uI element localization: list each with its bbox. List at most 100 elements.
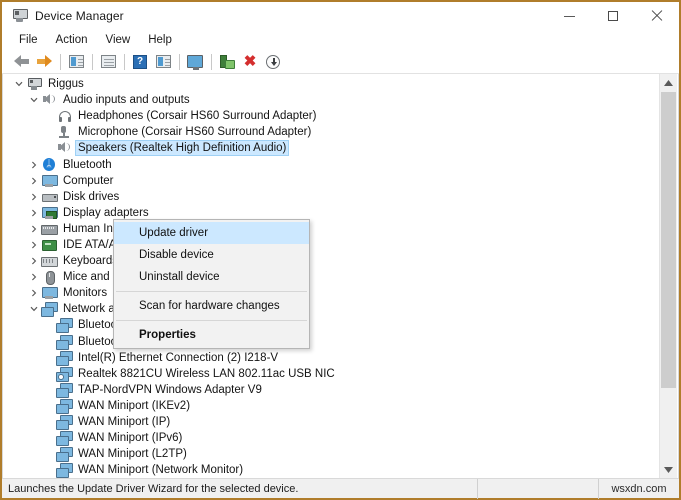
properties-button[interactable]: [152, 51, 174, 72]
scroll-down-button[interactable]: [660, 461, 677, 478]
tree-row[interactable]: Audio inputs and outputs: [3, 92, 660, 108]
properties-icon: [155, 55, 171, 68]
tree-row[interactable]: Human Interface Devices: [3, 221, 660, 237]
menu-file[interactable]: File: [10, 31, 47, 50]
tree-row[interactable]: Riggus: [3, 76, 660, 92]
forward-button[interactable]: [33, 51, 55, 72]
save-icon: [100, 55, 116, 68]
toolbar-separator: [124, 53, 125, 70]
update-driver-button[interactable]: [216, 51, 238, 72]
monitor-icon: [41, 286, 58, 300]
tree-row[interactable]: Realtek 8821CU Wireless LAN 802.11ac USB…: [3, 366, 660, 382]
tree-row[interactable]: Monitors: [3, 285, 660, 301]
help-button[interactable]: ?: [129, 51, 151, 72]
scroll-up-button[interactable]: [660, 74, 677, 91]
chevron-down-icon[interactable]: [11, 81, 26, 87]
status-bar: Launches the Update Driver Wizard for th…: [2, 478, 679, 499]
vertical-scrollbar[interactable]: [659, 74, 677, 478]
chevron-right-icon[interactable]: [26, 241, 41, 249]
chevron-down-icon[interactable]: [26, 306, 41, 312]
tree-row-label: TAP-NordVPN Windows Adapter V9: [78, 383, 262, 396]
tree-row-label: Display adapters: [63, 206, 149, 219]
tree-row[interactable]: Mice and other pointing devices: [3, 269, 660, 286]
disk-drive-icon: [41, 190, 58, 204]
tree-row-label: Speakers (Realtek High Definition Audio): [74, 140, 290, 157]
context-menu-item[interactable]: Properties: [114, 324, 309, 346]
minimize-button[interactable]: [547, 2, 591, 30]
uninstall-device-button[interactable]: ✖: [239, 51, 261, 72]
tree-row[interactable]: WAN Miniport (IKEv2): [3, 398, 660, 414]
context-menu-separator: [116, 320, 307, 321]
computer-icon: [41, 174, 58, 188]
chevron-right-icon[interactable]: [26, 273, 41, 281]
chevron-down-icon[interactable]: [26, 97, 41, 103]
tree-row-label: Keyboards: [63, 255, 118, 268]
tree-row[interactable]: Headphones (Corsair HS60 Surround Adapte…: [3, 108, 660, 124]
hid-icon: [41, 222, 58, 236]
menu-action[interactable]: Action: [47, 31, 97, 50]
show-hidden-devices-button[interactable]: [65, 51, 87, 72]
context-menu-item[interactable]: Uninstall device: [114, 266, 309, 288]
ide-controller-icon: [41, 238, 57, 252]
context-menu-item[interactable]: Scan for hardware changes: [114, 295, 309, 317]
tree-row-label: WAN Miniport (L2TP): [78, 448, 187, 461]
save-button[interactable]: [97, 51, 119, 72]
chevron-right-icon[interactable]: [26, 289, 41, 297]
tree-row[interactable]: WAN Miniport (IP): [3, 414, 660, 431]
speaker-icon: [56, 141, 72, 155]
network-adapter-icon: [56, 350, 73, 366]
tree-row[interactable]: Computer: [3, 173, 660, 189]
tree-row[interactable]: Disk drives: [3, 189, 660, 205]
tree-row[interactable]: ᛦ Bluetooth: [3, 156, 660, 172]
toolbar-separator: [211, 53, 212, 70]
mouse-icon: [41, 270, 57, 286]
device-manager-window: Device Manager File Action View Help ? ✖…: [0, 0, 681, 500]
tree-row[interactable]: Keyboards: [3, 253, 660, 269]
tree-row[interactable]: Bluetooth Device (Personal Area Network)…: [3, 317, 660, 334]
context-menu-item[interactable]: Update driver: [114, 222, 309, 244]
tree-row[interactable]: Microphone (Corsair HS60 Surround Adapte…: [3, 124, 660, 140]
chevron-right-icon[interactable]: [26, 193, 41, 201]
network-adapter-icon: [56, 447, 73, 463]
network-adapter-icon: [56, 415, 73, 431]
scan-view-button[interactable]: [184, 51, 206, 72]
chevron-right-icon[interactable]: [26, 209, 41, 217]
chevron-right-icon[interactable]: [26, 225, 41, 233]
tree-row-label: Intel(R) Ethernet Connection (2) I218-V: [78, 351, 279, 364]
chevron-right-icon[interactable]: [26, 161, 41, 169]
menu-view[interactable]: View: [97, 31, 140, 50]
tree-row[interactable]: TAP-NordVPN Windows Adapter V9: [3, 382, 660, 398]
tree-row[interactable]: WAN Miniport (Network Monitor): [3, 462, 660, 478]
tree-row[interactable]: Display adapters: [3, 205, 660, 221]
menu-help[interactable]: Help: [139, 31, 181, 50]
chevron-right-icon[interactable]: [26, 177, 41, 185]
tree-row[interactable]: IDE ATA/ATAPI controllers: [3, 237, 660, 253]
tree-row[interactable]: Bluetooth Device (RFCOMM Protocol TDI) #…: [3, 334, 660, 350]
tree-row[interactable]: Intel(R) Ethernet Connection (2) I218-V: [3, 350, 660, 366]
update-driver-icon: [219, 54, 235, 69]
scrollbar-thumb[interactable]: [661, 92, 676, 388]
back-button[interactable]: [10, 51, 32, 72]
tree-row[interactable]: WAN Miniport (L2TP): [3, 446, 660, 463]
forward-arrow-icon: [36, 55, 52, 68]
tree-row-label: Computer: [63, 174, 114, 187]
device-tree[interactable]: Riggus Audio inputs and outputs Headphones…: [3, 76, 660, 478]
tree-row[interactable]: Network adapters: [3, 301, 660, 318]
chevron-right-icon[interactable]: [26, 257, 41, 265]
status-cell: [477, 478, 598, 499]
tree-row[interactable]: WAN Miniport (IPv6): [3, 430, 660, 447]
tree-row-label: WAN Miniport (IP): [78, 416, 171, 429]
context-menu-item[interactable]: Disable device: [114, 244, 309, 266]
show-hidden-devices-icon: [68, 55, 84, 68]
watermark: wsxdn.com: [598, 478, 679, 499]
title-bar: Device Manager: [2, 2, 679, 30]
toolbar-separator: [92, 53, 93, 70]
tree-row[interactable]: Speakers (Realtek High Definition Audio): [3, 140, 660, 157]
install-legacy-button[interactable]: [262, 51, 284, 72]
tree-row-label: WAN Miniport (IPv6): [78, 432, 183, 445]
close-button[interactable]: [635, 2, 679, 30]
maximize-button[interactable]: [591, 2, 635, 30]
speaker-icon: [41, 93, 57, 107]
help-icon: ?: [133, 54, 147, 69]
network-adapter-icon: [56, 463, 73, 478]
